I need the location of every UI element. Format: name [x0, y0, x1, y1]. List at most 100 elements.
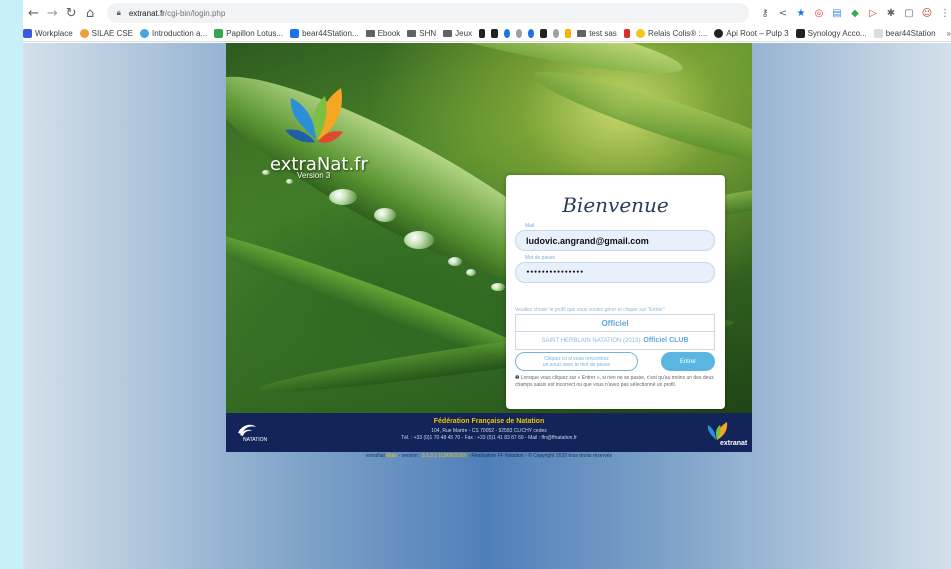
bookmark-app-4-icon[interactable] [515, 29, 523, 38]
copyright-line: extraNat Main - version : 3.1.3.1 (13/09… [226, 453, 752, 459]
folder-icon [443, 30, 453, 37]
bookmark-ebook[interactable]: Ebook [365, 29, 400, 38]
water-drop [448, 257, 462, 266]
bookmark-introduction[interactable]: Introduction a... [140, 29, 207, 38]
lock-icon[interactable]: 🔒︎ [117, 8, 121, 18]
url-host: extranat.fr [128, 8, 165, 18]
star-icon[interactable]: ★ [795, 7, 807, 19]
forward-icon[interactable]: → [44, 4, 61, 22]
bookmark-app-6-icon[interactable] [540, 29, 547, 38]
bookmark-app-1-icon[interactable] [479, 29, 486, 38]
extension-play-icon[interactable]: ▷ [867, 7, 879, 19]
profile-avatar-icon[interactable]: ☺ [921, 7, 933, 19]
bookmark-papillon[interactable]: Papillon Lotus... [214, 29, 283, 38]
synology-icon [290, 29, 300, 38]
password-field[interactable]: ••••••••••••••• [515, 262, 715, 283]
copyright-mid: - version : [398, 453, 421, 459]
key-icon[interactable]: ⚷ [759, 7, 771, 19]
mail-field[interactable]: ludovic.angrand@gmail.com [515, 230, 715, 251]
bookmark-workplace[interactable]: Workplace [23, 29, 73, 38]
water-drop [262, 170, 270, 175]
page-background: extraNat.fr Version 3 Bienvenue Mail lud… [23, 43, 951, 569]
bookmark-bear44station-2[interactable]: bear44Station [873, 29, 936, 38]
bookmark-app-9-icon[interactable] [623, 29, 631, 38]
grass-blade [527, 57, 752, 185]
profile-option[interactable]: SAINT HERBLAIN NATATION (2013) Officiel … [516, 332, 714, 349]
profile-header: Officiel [516, 315, 714, 332]
folder-icon [365, 30, 375, 37]
bookmark-app-8-icon[interactable] [564, 29, 572, 38]
brand-version: Version 3 [297, 171, 331, 180]
extension-green-icon[interactable]: ◆ [849, 7, 861, 19]
copyright-suffix: - Réalisation FF Natation - © Copyright … [468, 453, 613, 459]
toolbar-icons: ⚷ < ★ ◎ ▤ ◆ ▷ ✱ ▢ ☺ ⋮ [759, 7, 951, 19]
login-note-text: Lorsque vous cliquez sur « Entrer », si … [515, 375, 714, 388]
mail-label: Mail [525, 223, 535, 229]
share-icon[interactable]: < [777, 7, 789, 19]
profile-list: Officiel SAINT HERBLAIN NATATION (2013) … [515, 314, 715, 350]
bookmark-app-2-icon[interactable] [491, 29, 498, 38]
back-icon[interactable]: ← [25, 4, 42, 22]
enter-button[interactable]: Entrer [661, 352, 715, 371]
home-icon[interactable]: ⌂ [82, 4, 99, 22]
browser-window: ← → ↻ ⌂ 🔒︎ extranat.fr/cgi-bin/login.php… [23, 0, 951, 569]
federation-address: 104, Rue Martre - CS 70052 - 92583 CLICH… [431, 428, 547, 434]
bookmark-app-7-icon[interactable] [552, 29, 559, 38]
copyright-main: Main [386, 453, 398, 459]
water-drop [404, 231, 434, 249]
federation-contact: Tél. : +33 (0)1 70 48 45 70 - Fax : +33 … [401, 435, 577, 441]
bookmarks-bar: Workplace SILAE CSE Introduction a... Pa… [23, 26, 951, 42]
copyright-prefix: extraNat [365, 453, 385, 459]
url-path: /cgi-bin/login.php [164, 8, 226, 18]
extranat-small-logo-icon: extranat [707, 422, 748, 447]
profile-club-name: SAINT HERBLAIN NATATION (2013) [541, 337, 641, 344]
bookmark-synology-account[interactable]: Synology Acco... [795, 29, 867, 38]
login-card: Bienvenue Mail ludovic.angrand@gmail.com… [506, 175, 725, 409]
bookmark-app-3-icon[interactable] [503, 29, 510, 38]
bookmark-relais-colis[interactable]: Relais Colis® :... [636, 29, 707, 38]
bookmark-shn[interactable]: SHN [407, 29, 436, 38]
profile-role-badge: Officiel CLUB [643, 337, 689, 344]
grass-blade [345, 43, 687, 88]
forgot-password-button[interactable]: Cliquez ici si vous rencontrez un souci … [515, 352, 638, 371]
relais-colis-icon [636, 29, 646, 38]
water-drop [329, 189, 357, 205]
api-root-icon [714, 29, 724, 38]
extranat-logo-icon [285, 88, 343, 143]
bookmark-jeux[interactable]: Jeux [443, 29, 472, 38]
bookmark-app-5-icon[interactable] [528, 29, 535, 38]
folder-icon [577, 30, 587, 37]
password-label: Mot de passe [525, 255, 556, 261]
menu-icon[interactable]: ⋮ [939, 7, 951, 19]
forgot-line-2: un souci avec le mot de passe [542, 362, 611, 368]
url-field[interactable]: 🔒︎ extranat.fr/cgi-bin/login.php [106, 3, 749, 23]
bookmark-api-root[interactable]: Api Root – Pulp 3 [714, 29, 789, 38]
extranat-logo-text: extranat [720, 440, 748, 447]
water-drop [466, 269, 476, 276]
bear44station-icon [873, 29, 883, 38]
bookmark-test-sas[interactable]: test sas [577, 29, 617, 38]
extension-opera-icon[interactable]: ◎ [813, 7, 825, 19]
introduction-icon [140, 29, 150, 38]
papillon-icon [214, 29, 224, 38]
welcome-title: Bienvenue [562, 193, 669, 217]
reload-icon[interactable]: ↻ [63, 4, 80, 22]
workplace-icon [23, 29, 32, 38]
extensions-puzzle-icon[interactable]: ✱ [885, 7, 897, 19]
water-drop [374, 208, 396, 222]
profile-help-text: Veuillez choisir le profil que vous voul… [515, 307, 665, 313]
water-drop [286, 179, 293, 184]
copyright-version: 3.1.3.1 (13/09/2020) [421, 453, 467, 459]
login-note: ❶ Lorsque vous cliquez sur « Entrer », s… [515, 375, 715, 389]
info-icon: ❶ [515, 375, 520, 381]
window-icon[interactable]: ▢ [903, 7, 915, 19]
bookmarks-overflow-icon[interactable]: » [947, 29, 951, 38]
silae-icon [79, 29, 89, 38]
bookmark-silae[interactable]: SILAE CSE [79, 29, 133, 38]
bookmark-bear44station-1[interactable]: bear44Station... [290, 29, 359, 38]
address-bar: ← → ↻ ⌂ 🔒︎ extranat.fr/cgi-bin/login.php… [23, 0, 951, 26]
folder-icon [407, 30, 417, 37]
synology-account-icon [795, 29, 805, 38]
water-drop [491, 283, 505, 291]
extension-translate-icon[interactable]: ▤ [831, 7, 843, 19]
